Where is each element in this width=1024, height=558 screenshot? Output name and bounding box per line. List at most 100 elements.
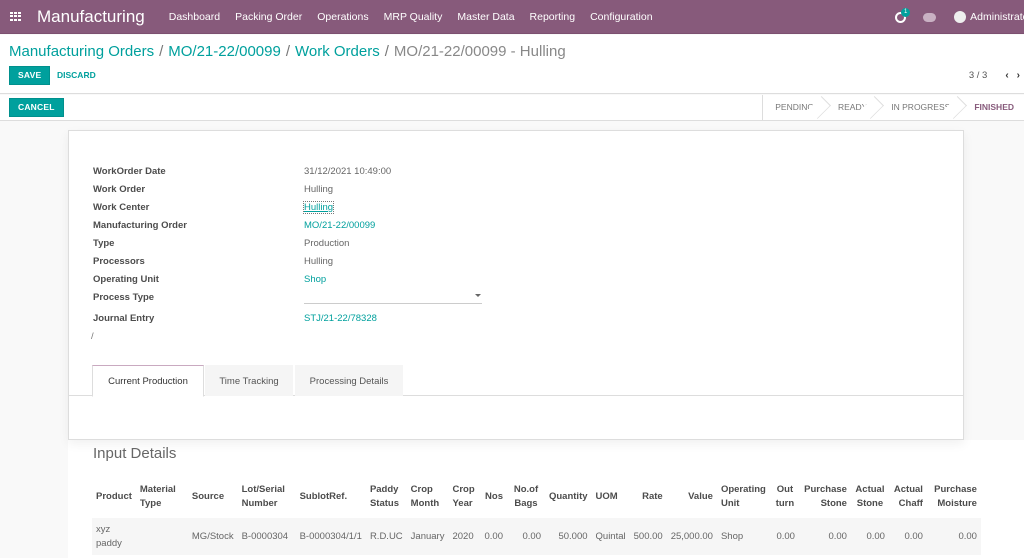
tab-processing-details[interactable]: Processing Details [295,365,403,396]
stage-pipeline: PENDING READY IN PROGRESS FINISHED [762,95,1024,120]
menu-operations[interactable]: Operations [317,11,368,23]
cell-crop-month[interactable]: January [406,518,449,555]
cell-text: xyz paddy [96,523,122,549]
col-label: Actual Chaff [893,483,923,509]
cell-out-turn[interactable]: 0.00 [770,518,799,555]
cell-paddy-status[interactable]: R.D.UC [365,518,407,555]
col-rate[interactable]: Rate [630,475,667,518]
col-source[interactable]: Source [188,475,238,518]
input-details-table-area: Product Material Type Source Lot/Serial … [68,440,1024,558]
field-value: 31/12/2021 10:49:00 [304,166,392,177]
cell-nos[interactable]: 0.00 [480,518,507,555]
col-label: Purchase Moisture [934,483,977,509]
trailing-text: / [91,331,94,342]
cell-purchase-stone[interactable]: 0.00 [798,518,851,555]
control-panel: Manufacturing Orders / MO/21-22/00099/Work… [0,35,1024,94]
tab-time-tracking[interactable]: Time Tracking [205,365,293,396]
col-out-turn[interactable]: Out turn [771,475,799,518]
manufacturing-order-link[interactable]: MO/21-22/00099 [304,220,375,231]
pager-value[interactable]: 3 / 3 [969,70,988,81]
cell-operating-unit[interactable]: Shop [716,518,771,555]
cell-source[interactable]: MG/Stock [187,518,238,555]
app-brand[interactable]: Manufacturing [37,7,145,27]
col-label: Operating Unit [720,483,766,509]
cell-crop-year[interactable]: 2020 [448,518,481,555]
tab-current-production[interactable]: Current Production [92,365,204,397]
notebook-tabs: Current Production Time Tracking Process… [69,365,963,397]
cell-no-of-bags[interactable]: 0.00 [506,518,545,555]
col-sublot-ref[interactable]: SublotRef. [296,475,366,518]
avatar[interactable] [954,11,967,23]
top-navbar: Manufacturing Dashboard Packing Order Op… [0,0,1024,34]
field-label: Manufacturing Order [93,220,187,231]
pager: 3 / 3 ‹ › [969,70,1020,81]
cell-product[interactable]: xyz paddy [92,518,136,555]
col-label: Actual Stone [855,483,885,509]
col-purchase-moisture[interactable]: Purchase Moisture [927,475,981,518]
field-value: Production [304,238,350,249]
cell-quantity[interactable]: 50.000 [544,518,592,555]
col-label: Paddy Status [369,483,399,509]
col-purchase-stone[interactable]: Purchase Stone [799,475,851,518]
cell-value[interactable]: 25,000.00 [666,518,717,555]
menu-reporting[interactable]: Reporting [530,11,576,23]
col-no-of-bags[interactable]: No.of Bags [507,475,545,518]
user-menu[interactable]: Administrator [970,11,1024,23]
stage-in-progress[interactable]: IN PROGRESS [877,95,960,120]
menu-dashboard[interactable]: Dashboard [169,11,220,23]
cancel-button[interactable]: CANCEL [9,98,64,117]
pager-next-icon[interactable]: › [1017,70,1020,81]
cell-rate[interactable]: 500.00 [629,518,667,555]
journal-entry-link[interactable]: STJ/21-22/78328 [304,313,377,324]
col-material-type[interactable]: Material Type [136,475,188,518]
menu-packing-order[interactable]: Packing Order [235,11,302,23]
save-button[interactable]: SAVE [9,66,51,85]
menu-mrp-quality[interactable]: MRP Quality [384,11,443,23]
col-product[interactable]: Product [92,475,136,518]
col-uom[interactable]: UOM [592,475,630,518]
field-value: Hulling [304,256,334,267]
pager-previous-icon[interactable]: ‹ [1005,70,1008,81]
col-lot-serial[interactable]: Lot/Serial Number [238,475,296,518]
col-actual-chaff[interactable]: Actual Chaff [889,475,927,518]
menu-master-data[interactable]: Master Data [457,11,514,23]
stage-finished[interactable]: FINISHED [960,95,1024,120]
work-center-link[interactable]: Hulling [302,201,335,214]
col-crop-year[interactable]: Crop Year [448,475,480,518]
cell-actual-chaff[interactable]: 0.00 [888,518,927,555]
stage-ready[interactable]: READY [824,95,877,120]
col-operating-unit[interactable]: Operating Unit [717,475,771,518]
col-value[interactable]: Value [667,475,717,518]
input-details-table: Product Material Type Source Lot/Serial … [92,475,981,555]
breadcrumb-work-orders[interactable]: Work Orders [295,43,380,60]
chat-icon[interactable] [923,12,937,22]
col-label: Lot/Serial Number [241,483,285,509]
breadcrumb-separator: / [285,43,290,60]
breadcrumb-manufacturing-orders[interactable]: Manufacturing Orders [9,43,154,60]
cell-material-type[interactable] [135,518,188,555]
field-value: Hulling [304,184,334,195]
activity-button[interactable]: 1 [895,8,911,24]
activity-count-badge: 1 [901,8,911,17]
cell-uom[interactable]: Quintal [591,518,630,555]
apps-grid-icon[interactable] [10,11,22,22]
table-row[interactable]: xyz paddy MG/Stock B-0000304 B-0000304/1… [92,518,981,555]
cell-purchase-moisture[interactable]: 0.00 [926,518,981,555]
col-quantity[interactable]: Quantity [545,475,592,518]
cell-actual-stone[interactable]: 0.00 [850,518,889,555]
col-nos[interactable]: Nos [480,475,507,518]
col-crop-month[interactable]: Crop Month [407,475,449,518]
discard-button[interactable]: DISCARD [57,70,96,80]
cell-sublot-ref[interactable]: B-0000304/1/1 [295,518,366,555]
process-type-select[interactable] [304,290,482,304]
stage-pending[interactable]: PENDING [763,95,824,120]
col-paddy-status[interactable]: Paddy Status [366,475,407,518]
breadcrumb-mo[interactable]: MO/21-22/00099 [168,43,281,60]
col-actual-stone[interactable]: Actual Stone [851,475,889,518]
breadcrumb-separator: / [384,43,389,60]
cell-lot-serial[interactable]: B-0000304 [237,518,296,555]
operating-unit-link[interactable]: Shop [304,274,326,285]
field-label: WorkOrder Date [93,166,166,177]
menu-configuration[interactable]: Configuration [590,11,652,23]
field-label: Process Type [93,292,155,303]
